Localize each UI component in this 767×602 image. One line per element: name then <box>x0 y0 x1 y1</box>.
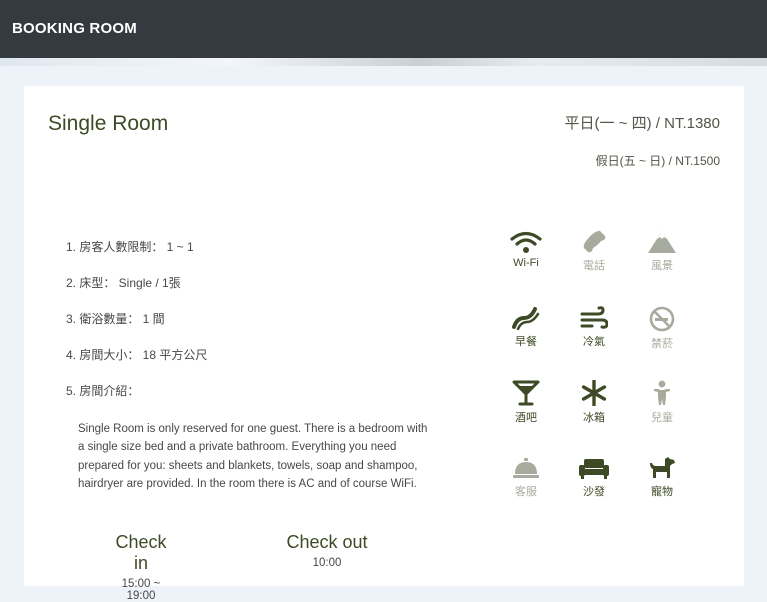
amenity-scenery: 風景 <box>634 230 690 273</box>
amenity-label: 冰箱 <box>583 412 605 424</box>
info-guest-limit: 1. 房客人數限制： 1 ~ 1 <box>66 240 194 254</box>
check-in-time: 15:00 ~ 19:00 <box>121 578 161 602</box>
cocktail-icon <box>512 380 540 406</box>
check-out-label: Check out <box>286 532 368 552</box>
amenity-breakfast: 早餐 <box>498 306 554 349</box>
amenity-label: 電話 <box>583 260 605 272</box>
info-room-intro: 5. 房間介紹： <box>66 384 140 398</box>
snowflake-icon <box>581 380 607 406</box>
weekday-price: 平日(一 ~ 四) / NT.1380 <box>564 115 720 132</box>
amenity-bar: 酒吧 <box>498 380 554 425</box>
amenity-label: 禁菸 <box>651 338 673 350</box>
info-room-size: 4. 房間大小： 18 平方公尺 <box>66 348 208 362</box>
info-bed-type: 2. 床型： Single / 1張 <box>66 276 181 290</box>
dog-icon <box>650 457 675 478</box>
check-out-block: Check out 10:00 <box>286 532 368 569</box>
brand-logo-text[interactable]: BOOKING ROOM <box>12 20 137 37</box>
room-title: Single Room <box>48 112 169 135</box>
weekend-price: 假日(五 ~ 日) / NT.1500 <box>595 154 720 168</box>
amenity-label: 早餐 <box>515 336 537 348</box>
background-image-strip <box>0 58 767 66</box>
info-bathroom-count: 3. 衛浴數量： 1 間 <box>66 312 165 326</box>
room-info-list: 1. 房客人數限制： 1 ~ 1 2. 床型： Single / 1張 3. 衛… <box>66 240 207 420</box>
mountain-icon <box>648 231 676 253</box>
amenity-label: 寵物 <box>651 486 673 498</box>
check-out-time: 10:00 <box>312 557 342 569</box>
amenity-pets: 寵物 <box>634 456 690 499</box>
amenity-label: 冷氣 <box>583 336 605 348</box>
amenity-phone: 電話 <box>566 230 622 273</box>
amenity-label: 風景 <box>651 260 673 272</box>
amenity-label: 沙發 <box>583 486 605 498</box>
amenity-sofa: 沙發 <box>566 456 622 499</box>
room-description: Single Room is only reserved for one gue… <box>78 423 428 491</box>
breakfast-icon <box>512 307 540 330</box>
amenity-label: 酒吧 <box>515 412 537 424</box>
phone-icon <box>583 230 606 253</box>
service-bell-icon <box>513 458 539 478</box>
amenity-no-smoking: 禁菸 <box>634 306 690 351</box>
amenity-label: 客服 <box>515 486 537 498</box>
amenity-wifi: Wi-Fi <box>498 230 554 269</box>
check-in-block: Check in 15:00 ~ 19:00 <box>106 532 176 602</box>
wind-icon <box>580 306 608 329</box>
top-navbar: BOOKING ROOM <box>0 0 767 58</box>
no-smoking-icon <box>649 306 675 332</box>
amenity-label: Wi-Fi <box>513 257 539 269</box>
amenity-label: 兒童 <box>651 412 673 424</box>
amenity-fridge: 冰箱 <box>566 380 622 425</box>
amenity-children: 兒童 <box>634 380 690 425</box>
wifi-icon <box>510 231 542 253</box>
amenity-air-conditioning: 冷氣 <box>566 306 622 349</box>
check-in-label: Check in <box>115 532 167 573</box>
child-icon <box>654 380 670 405</box>
amenity-room-service: 客服 <box>498 456 554 499</box>
sofa-icon <box>579 459 609 479</box>
room-detail-card: Single Room 平日(一 ~ 四) / NT.1380 假日(五 ~ 日… <box>24 86 744 602</box>
